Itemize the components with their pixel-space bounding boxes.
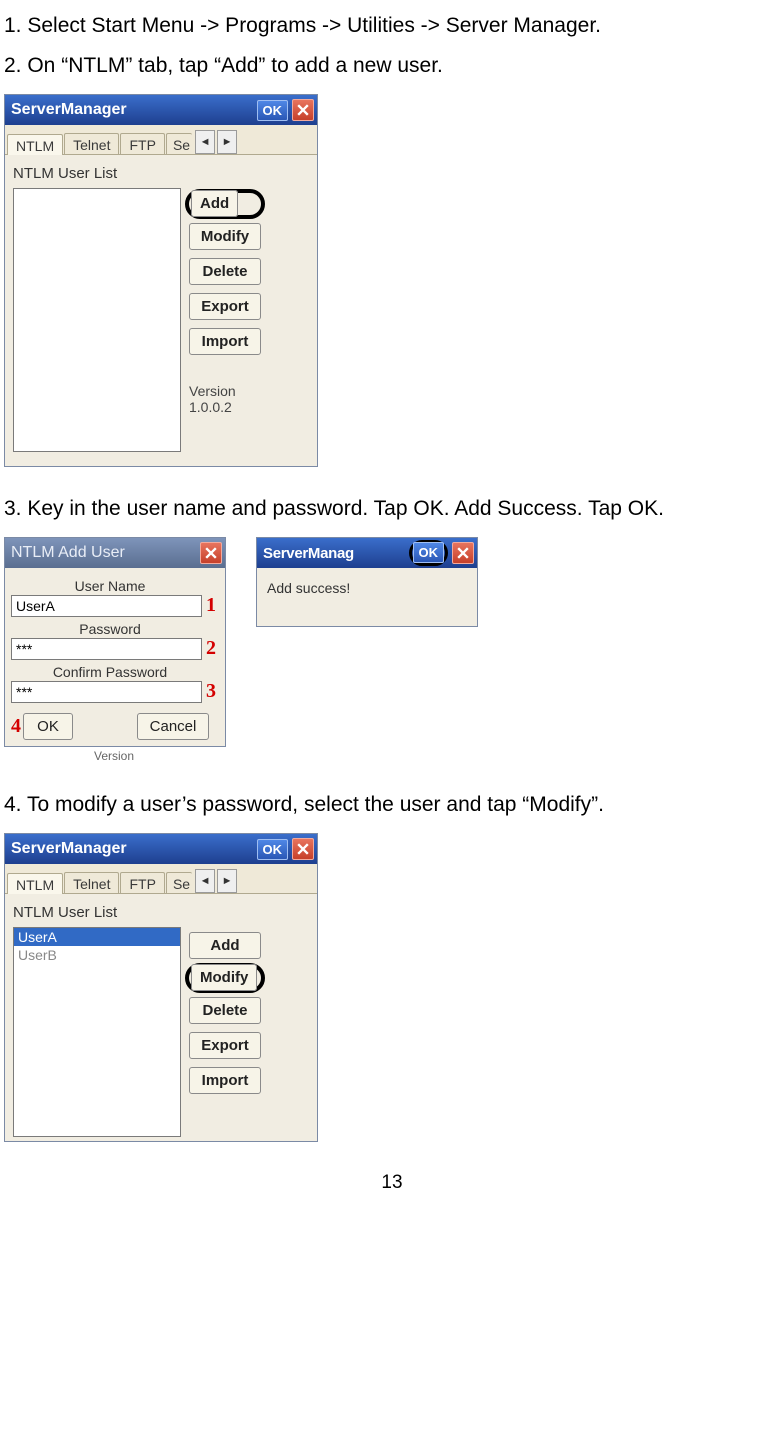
titlebar: ServerManager OK [5,834,317,864]
titlebar: ServerManag OK [257,538,477,568]
titlebar-ok-button[interactable]: OK [257,839,289,860]
titlebar: NTLM Add User [5,538,225,568]
password-input[interactable] [11,638,202,660]
highlight-ring: Modify [185,963,265,993]
page-number: 13 [4,1172,780,1194]
cancel-button[interactable]: Cancel [137,713,209,740]
tabs-row: NTLM Telnet FTP Se ◄ ► [5,864,317,894]
instruction-step-2: 2. On “NTLM” tab, tap “Add” to add a new… [4,54,780,78]
tab-ntlm[interactable]: NTLM [7,134,63,155]
tab-ftp[interactable]: FTP [120,872,164,893]
marker-3: 3 [206,680,216,703]
tab-ftp[interactable]: FTP [120,133,164,154]
titlebar: ServerManager OK [5,95,317,125]
close-icon[interactable] [292,99,314,121]
user-list[interactable]: UserA UserB [13,927,181,1137]
close-icon[interactable] [200,542,222,564]
version-value: 1.0.0.2 [189,399,232,415]
window-title: ServerManager [11,101,257,119]
confirm-label: Confirm Password [11,664,209,680]
window-title: ServerManager [11,840,257,858]
server-manager-window-2: ServerManager OK NTLM Telnet FTP Se ◄ ► … [4,833,318,1142]
instruction-step-3: 3. Key in the user name and password. Ta… [4,497,780,521]
tab-partial[interactable]: Se [166,133,192,154]
confirm-input[interactable] [11,681,202,703]
password-label: Password [11,621,209,637]
modify-button[interactable]: Modify [191,964,257,991]
import-button[interactable]: Import [189,328,261,355]
highlight-ring: Add [185,189,265,219]
instruction-step-1: 1. Select Start Menu -> Programs -> Util… [4,14,780,38]
username-label: User Name [11,578,209,594]
delete-button[interactable]: Delete [189,997,261,1024]
export-button[interactable]: Export [189,293,261,320]
bg-version-text: Version [4,747,226,763]
user-list-label: NTLM User List [13,904,181,921]
success-window: ServerManag OK Add success! [256,537,478,627]
add-button[interactable]: Add [191,190,238,217]
server-manager-window: ServerManager OK NTLM Telnet FTP Se ◄ ► … [4,94,318,467]
tab-telnet[interactable]: Telnet [64,133,119,154]
highlight-ring: OK [409,540,449,566]
tab-partial[interactable]: Se [166,872,192,893]
tab-telnet[interactable]: Telnet [64,872,119,893]
modify-button[interactable]: Modify [189,223,261,250]
marker-4: 4 [11,715,21,738]
user-list-label: NTLM User List [13,165,181,182]
window-title: ServerManag [263,545,409,562]
titlebar-ok-button[interactable]: OK [413,542,445,563]
username-input[interactable] [11,595,202,617]
tab-scroll-right-icon[interactable]: ► [217,869,237,893]
tab-ntlm[interactable]: NTLM [7,873,63,894]
list-item[interactable]: UserB [14,946,180,964]
titlebar-ok-button[interactable]: OK [257,100,289,121]
window-title: NTLM Add User [11,544,200,562]
version-label: Version 1.0.0.2 [189,383,261,415]
marker-2: 2 [206,637,216,660]
close-icon[interactable] [292,838,314,860]
close-icon[interactable] [452,542,474,564]
tabs-row: NTLM Telnet FTP Se ◄ ► [5,125,317,155]
delete-button[interactable]: Delete [189,258,261,285]
tab-scroll-left-icon[interactable]: ◄ [195,869,215,893]
user-list[interactable] [13,188,181,452]
tab-scroll-left-icon[interactable]: ◄ [195,130,215,154]
marker-1: 1 [206,594,216,617]
export-button[interactable]: Export [189,1032,261,1059]
version-text: Version [189,383,236,399]
ok-button[interactable]: OK [23,713,73,740]
add-button[interactable]: Add [189,932,261,959]
success-message: Add success! [257,568,467,626]
tab-scroll-right-icon[interactable]: ► [217,130,237,154]
import-button[interactable]: Import [189,1067,261,1094]
add-user-window: NTLM Add User User Name 1 Password 2 Con… [4,537,226,747]
list-item[interactable]: UserA [14,928,180,946]
instruction-step-4: 4. To modify a user’s password, select t… [4,793,780,817]
